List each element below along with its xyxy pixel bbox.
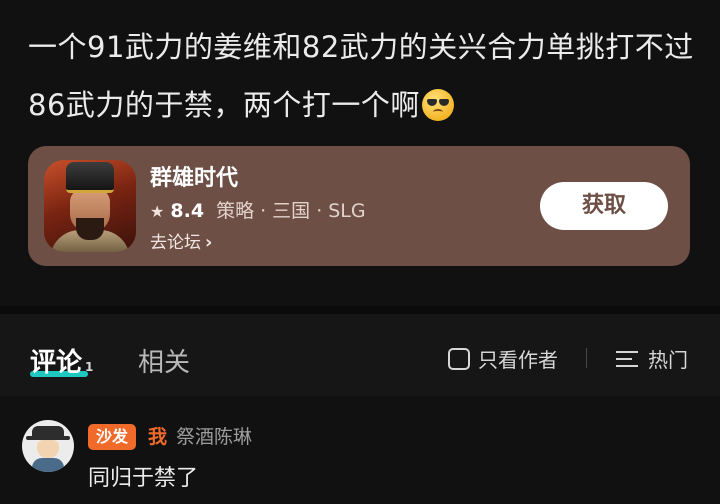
tab-comments-label: 评论 [30, 348, 83, 378]
game-tag: 策略 [216, 200, 255, 222]
author-only-toggle[interactable]: 只看作者 [448, 344, 558, 373]
tab-related[interactable]: 相关 [138, 342, 190, 379]
game-app-icon[interactable] [44, 160, 136, 252]
checkbox-icon[interactable] [448, 347, 470, 370]
comment-text[interactable]: 同归于禁了 [88, 460, 198, 492]
tag-separator: · [316, 200, 323, 222]
game-meta: ★ 8.4 策略 · 三国 · SLG [150, 196, 366, 223]
game-title[interactable]: 群雄时代 [150, 160, 238, 192]
me-tag: 我 [148, 426, 168, 448]
tab-comments[interactable]: 评论 1 [30, 342, 93, 379]
post-text-content: 一个91武力的姜维和82武力的关兴合力单挑打不过86武力的于禁，两个打一个啊 [28, 30, 694, 122]
tag-separator: · [260, 200, 267, 222]
comment-username[interactable]: 祭酒陈琳 [176, 424, 252, 450]
comment-tabs-bar: 评论 1 相关 只看作者 热门 [0, 314, 720, 396]
comments-count: 1 [85, 360, 94, 374]
comment-item: 沙发 我 祭酒陈琳 同归于禁了 [0, 396, 720, 504]
get-button[interactable]: 获取 [540, 182, 668, 230]
author-only-label: 只看作者 [478, 348, 558, 372]
sofa-badge: 沙发 [88, 424, 137, 450]
sort-hot-button[interactable]: 热门 [616, 344, 688, 373]
game-tag: 三国 [272, 200, 311, 222]
section-divider [0, 306, 720, 314]
sort-icon [616, 349, 638, 369]
toolbar-divider [586, 348, 587, 368]
sunglasses-frown-emoji-icon [421, 89, 454, 121]
game-tag: SLG [328, 200, 366, 222]
forum-link-label: 去论坛 [150, 233, 201, 253]
chevron-right-icon: › [205, 232, 213, 253]
avatar[interactable] [22, 420, 74, 472]
game-card[interactable]: 群雄时代 ★ 8.4 策略 · 三国 · SLG 去论坛 › 获取 [28, 146, 690, 266]
star-icon: ★ [150, 202, 165, 221]
post-text: 一个91武力的姜维和82武力的关兴合力单挑打不过86武力的于禁，两个打一个啊 [28, 18, 698, 134]
game-rating: 8.4 [170, 200, 205, 222]
sort-hot-label: 热门 [648, 348, 688, 372]
forum-link[interactable]: 去论坛 › [150, 228, 212, 253]
